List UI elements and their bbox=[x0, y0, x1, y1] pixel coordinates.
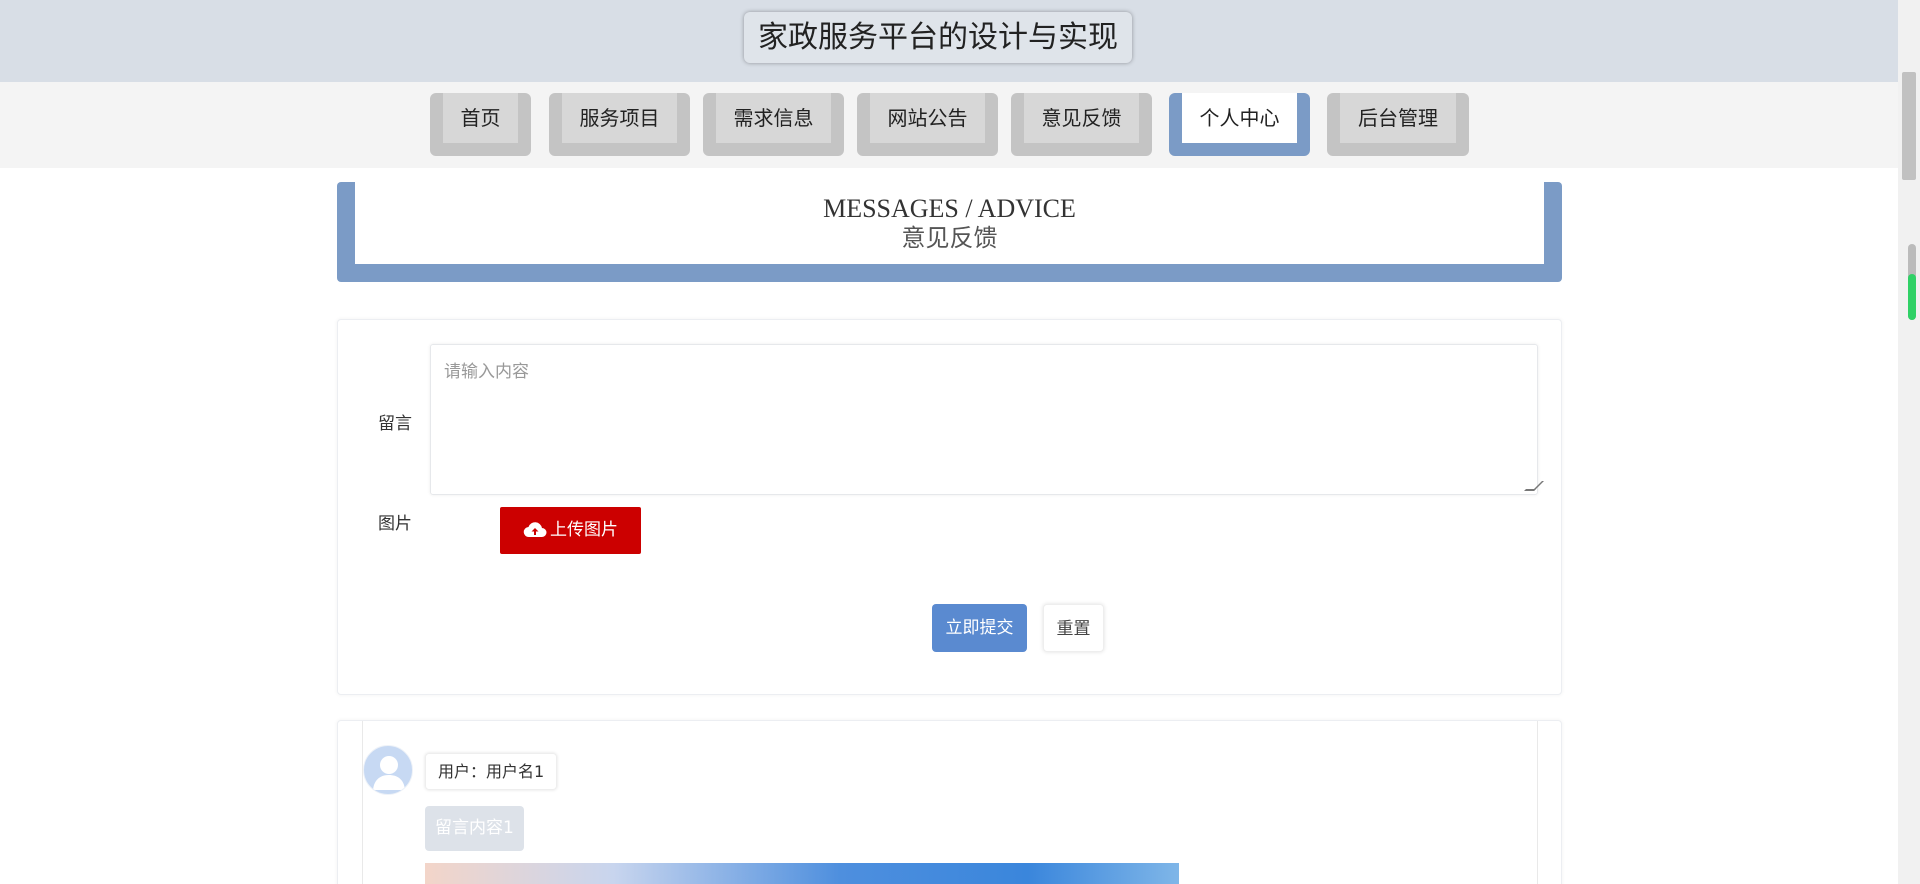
image-label: 图片 bbox=[378, 514, 412, 534]
page-scrollbar[interactable] bbox=[1898, 0, 1920, 884]
banner-title-en: MESSAGES / ADVICE bbox=[823, 194, 1076, 223]
resize-handle-icon[interactable] bbox=[1524, 481, 1544, 491]
message-list: 用户：用户名1 留言内容1 bbox=[337, 720, 1562, 884]
feedback-form: 留言 请输入内容 图片 上传图片 立即提交 重置 bbox=[337, 319, 1562, 695]
top-header: 家政服务平台的设计与实现 bbox=[0, 0, 1898, 82]
section-banner: MESSAGES / ADVICE 意见反馈 bbox=[337, 182, 1562, 282]
upload-button-label: 上传图片 bbox=[550, 520, 618, 540]
message-label: 留言 bbox=[378, 414, 412, 434]
main-nav: 首页 服务项目 需求信息 网站公告 意见反馈 个人中心 后台管理 bbox=[0, 82, 1898, 168]
nav-item-home[interactable]: 首页 bbox=[430, 93, 531, 156]
nav-item-announcements[interactable]: 网站公告 bbox=[857, 93, 998, 156]
upload-image-button[interactable]: 上传图片 bbox=[500, 507, 641, 554]
nav-item-label: 服务项目 bbox=[562, 93, 677, 143]
nav-item-admin[interactable]: 后台管理 bbox=[1327, 93, 1469, 156]
message-image bbox=[425, 863, 1179, 884]
banner-title-cn: 意见反馈 bbox=[901, 224, 998, 252]
nav-item-label: 后台管理 bbox=[1340, 93, 1456, 143]
nav-item-demands[interactable]: 需求信息 bbox=[703, 93, 844, 156]
message-textarea[interactable]: 请输入内容 bbox=[430, 344, 1544, 495]
scrollbar-thumb[interactable] bbox=[1902, 72, 1916, 180]
reset-button[interactable]: 重置 bbox=[1043, 604, 1104, 652]
nav-item-label: 网站公告 bbox=[870, 93, 985, 143]
username-value: 用户名1 bbox=[486, 762, 545, 781]
cloud-upload-icon bbox=[523, 522, 547, 538]
nav-item-services[interactable]: 服务项目 bbox=[549, 93, 690, 156]
message-content: 留言内容1 bbox=[425, 806, 524, 851]
nav-item-label: 首页 bbox=[443, 93, 518, 143]
user-avatar-icon bbox=[363, 745, 413, 795]
message-username: 用户：用户名1 bbox=[425, 753, 558, 790]
nav-item-label: 意见反馈 bbox=[1024, 93, 1139, 143]
site-title: 家政服务平台的设计与实现 bbox=[744, 12, 1132, 63]
list-item: 用户：用户名1 留言内容1 bbox=[362, 721, 1538, 884]
banner-panel: MESSAGES / ADVICE 意见反馈 bbox=[355, 182, 1544, 264]
nav-item-label: 需求信息 bbox=[716, 93, 831, 143]
nav-item-feedback[interactable]: 意见反馈 bbox=[1011, 93, 1152, 156]
submit-button[interactable]: 立即提交 bbox=[932, 604, 1027, 652]
nav-item-personal-center[interactable]: 个人中心 bbox=[1169, 93, 1310, 156]
scroll-indicator-fill bbox=[1908, 274, 1916, 320]
username-prefix: 用户： bbox=[438, 762, 487, 781]
nav-item-label: 个人中心 bbox=[1182, 93, 1297, 143]
message-placeholder: 请输入内容 bbox=[444, 362, 529, 382]
